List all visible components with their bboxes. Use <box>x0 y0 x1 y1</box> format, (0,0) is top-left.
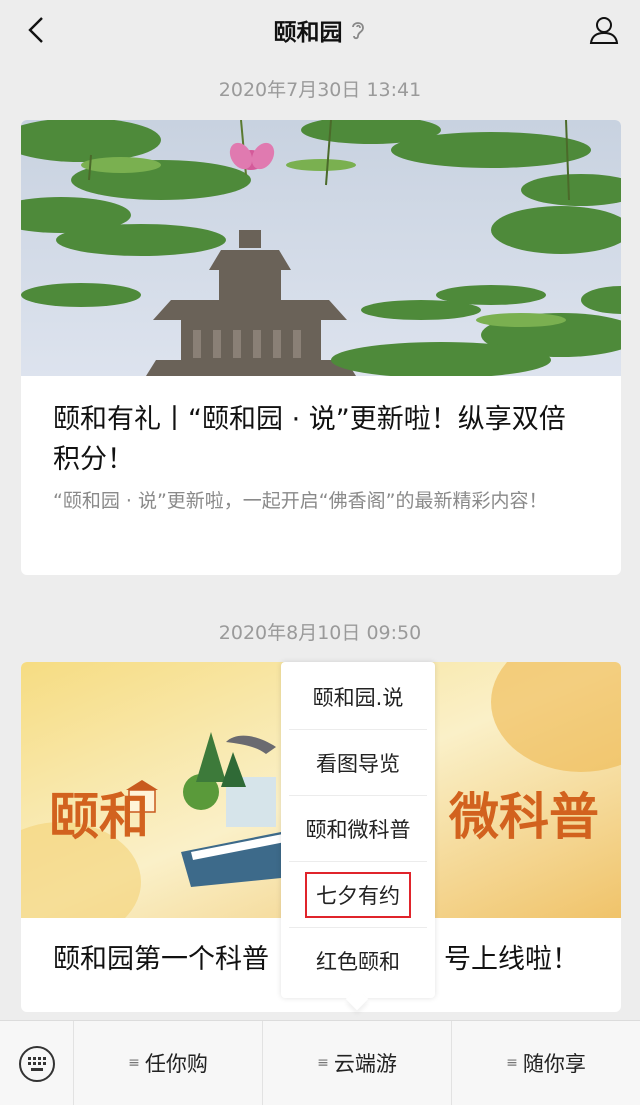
top-navigation-bar: 颐和园 <box>0 0 640 60</box>
menu-list-icon: ≡ <box>128 1055 140 1071</box>
menu-button-suini-xiang[interactable]: ≡ 随你享 <box>452 1021 640 1105</box>
person-icon <box>589 17 619 44</box>
submenu-item-label: 看图导览 <box>316 751 400 776</box>
page-title: 颐和园 <box>273 20 343 46</box>
article-title: 颐和园第一个科普 <box>53 944 269 975</box>
menu-list-icon: ≡ <box>317 1055 329 1071</box>
article-title: 颐和有礼丨“颐和园 · 说”更新啦！纵享双倍积分！ <box>53 404 566 475</box>
menu-list-icon: ≡ <box>506 1055 518 1071</box>
submenu-item-yiheyuan-shuo[interactable]: 颐和园.说 <box>289 664 427 730</box>
submenu-item-kantu-daolan[interactable]: 看图导览 <box>289 730 427 796</box>
submenu-item-label: 红色颐和 <box>316 950 400 974</box>
menu-button-label: 随你享 <box>522 1052 586 1076</box>
profile-button[interactable] <box>586 12 622 48</box>
title-group: 颐和园 <box>274 13 367 47</box>
message-timestamp: 2020年8月10日 09:50 <box>218 622 422 644</box>
ear-icon <box>351 22 364 40</box>
cover-text-left: 颐和 <box>49 788 149 846</box>
keyboard-toggle-button[interactable] <box>0 1021 74 1105</box>
keyboard-icon <box>18 1045 55 1082</box>
menu-button-label: 任你购 <box>144 1052 208 1076</box>
submenu-item-label: 七夕有约 <box>305 871 411 918</box>
submenu-item-qixi-youyue[interactable]: 七夕有约 <box>289 862 427 928</box>
article-cover-image <box>21 120 621 376</box>
menu-button-renni-gou[interactable]: ≡ 任你购 <box>74 1021 263 1105</box>
submenu-item-label: 颐和园.说 <box>312 685 404 710</box>
submenu-item-wei-kepu[interactable]: 颐和微科普 <box>289 796 427 862</box>
bottom-menu-bar: ≡ 任你购 ≡ 云端游 ≡ 随你享 <box>0 1020 640 1105</box>
submenu-item-hongse-yihe[interactable]: 红色颐和 <box>289 928 427 994</box>
message-timestamp: 2020年7月30日 13:41 <box>218 79 422 101</box>
article-title-tail: 号上线啦！ <box>444 944 579 975</box>
submenu-popup: 颐和园.说 看图导览 颐和微科普 七夕有约 红色颐和 <box>281 662 435 998</box>
article-description: “颐和园 · 说”更新啦，一起开启“佛香阁”的最新精彩内容！ <box>53 490 548 512</box>
cover-text-right: 微科普 <box>449 788 599 846</box>
article-card[interactable]: 颐和有礼丨“颐和园 · 说”更新啦！纵享双倍积分！ “颐和园 · 说”更新啦，一… <box>21 120 621 575</box>
chevron-left-icon <box>28 17 43 43</box>
menu-button-label: 云端游 <box>333 1052 397 1076</box>
submenu-item-label: 颐和微科普 <box>305 817 411 842</box>
back-button[interactable] <box>18 12 54 48</box>
menu-button-yunduan-you[interactable]: ≡ 云端游 <box>263 1021 452 1105</box>
